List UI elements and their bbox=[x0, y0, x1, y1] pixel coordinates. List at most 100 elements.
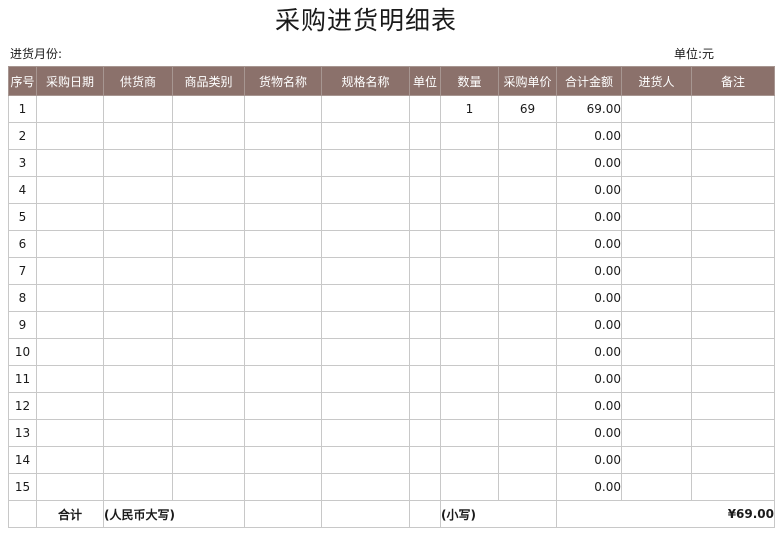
remark-cell[interactable] bbox=[691, 122, 775, 150]
purchase-date-cell[interactable] bbox=[36, 311, 104, 339]
amount-cell[interactable]: 0.00 bbox=[556, 149, 622, 177]
quantity-cell[interactable] bbox=[440, 284, 499, 312]
remark-cell[interactable] bbox=[691, 176, 775, 204]
supplier-cell[interactable] bbox=[103, 311, 173, 339]
unit-price-cell[interactable] bbox=[498, 419, 557, 447]
purchase-date-cell[interactable] bbox=[36, 365, 104, 393]
remark-cell[interactable] bbox=[691, 149, 775, 177]
header-cell[interactable]: 数量 bbox=[440, 66, 499, 96]
buyer-cell[interactable] bbox=[621, 284, 692, 312]
remark-cell[interactable] bbox=[691, 95, 775, 123]
category-cell[interactable] bbox=[172, 419, 245, 447]
empty-cell[interactable] bbox=[321, 500, 410, 528]
header-cell[interactable]: 商品类别 bbox=[172, 66, 245, 96]
row-number-cell[interactable]: 8 bbox=[8, 284, 37, 312]
goods-name-cell[interactable] bbox=[244, 230, 322, 258]
header-cell[interactable]: 备注 bbox=[691, 66, 775, 96]
spec-cell[interactable] bbox=[321, 203, 410, 231]
supplier-cell[interactable] bbox=[103, 365, 173, 393]
quantity-cell[interactable] bbox=[440, 311, 499, 339]
remark-cell[interactable] bbox=[691, 446, 775, 474]
row-number-cell[interactable]: 2 bbox=[8, 122, 37, 150]
buyer-cell[interactable] bbox=[621, 392, 692, 420]
spec-cell[interactable] bbox=[321, 311, 410, 339]
supplier-cell[interactable] bbox=[103, 284, 173, 312]
category-cell[interactable] bbox=[172, 176, 245, 204]
quantity-cell[interactable] bbox=[440, 257, 499, 285]
spec-cell[interactable] bbox=[321, 392, 410, 420]
remark-cell[interactable] bbox=[691, 473, 775, 501]
unit-cell[interactable] bbox=[409, 446, 441, 474]
category-cell[interactable] bbox=[172, 122, 245, 150]
category-cell[interactable] bbox=[172, 284, 245, 312]
header-cell[interactable]: 合计金额 bbox=[556, 66, 622, 96]
buyer-cell[interactable] bbox=[621, 419, 692, 447]
goods-name-cell[interactable] bbox=[244, 446, 322, 474]
category-cell[interactable] bbox=[172, 473, 245, 501]
remark-cell[interactable] bbox=[691, 338, 775, 366]
purchase-date-cell[interactable] bbox=[36, 338, 104, 366]
unit-cell[interactable] bbox=[409, 230, 441, 258]
purchase-date-cell[interactable] bbox=[36, 257, 104, 285]
row-number-cell[interactable]: 11 bbox=[8, 365, 37, 393]
buyer-cell[interactable] bbox=[621, 203, 692, 231]
remark-cell[interactable] bbox=[691, 311, 775, 339]
category-cell[interactable] bbox=[172, 338, 245, 366]
remark-cell[interactable] bbox=[691, 284, 775, 312]
category-cell[interactable] bbox=[172, 392, 245, 420]
total-label[interactable]: 合计 bbox=[36, 500, 104, 528]
unit-cell[interactable] bbox=[409, 473, 441, 501]
supplier-cell[interactable] bbox=[103, 176, 173, 204]
quantity-cell[interactable] bbox=[440, 176, 499, 204]
supplier-cell[interactable] bbox=[103, 203, 173, 231]
buyer-cell[interactable] bbox=[621, 365, 692, 393]
unit-price-cell[interactable] bbox=[498, 446, 557, 474]
goods-name-cell[interactable] bbox=[244, 203, 322, 231]
header-cell[interactable]: 单位 bbox=[409, 66, 441, 96]
unit-price-cell[interactable] bbox=[498, 392, 557, 420]
unit-cell[interactable] bbox=[409, 365, 441, 393]
amount-cell[interactable]: 69.00 bbox=[556, 95, 622, 123]
amount-cell[interactable]: 0.00 bbox=[556, 257, 622, 285]
spec-cell[interactable] bbox=[321, 230, 410, 258]
spec-cell[interactable] bbox=[321, 446, 410, 474]
quantity-cell[interactable]: 1 bbox=[440, 95, 499, 123]
goods-name-cell[interactable] bbox=[244, 365, 322, 393]
buyer-cell[interactable] bbox=[621, 338, 692, 366]
row-number-cell[interactable]: 15 bbox=[8, 473, 37, 501]
supplier-cell[interactable] bbox=[103, 419, 173, 447]
supplier-cell[interactable] bbox=[103, 446, 173, 474]
unit-price-cell[interactable] bbox=[498, 284, 557, 312]
header-cell[interactable]: 供货商 bbox=[103, 66, 173, 96]
category-cell[interactable] bbox=[172, 365, 245, 393]
purchase-date-cell[interactable] bbox=[36, 176, 104, 204]
unit-price-cell[interactable] bbox=[498, 311, 557, 339]
row-number-cell[interactable]: 10 bbox=[8, 338, 37, 366]
supplier-cell[interactable] bbox=[103, 473, 173, 501]
category-cell[interactable] bbox=[172, 257, 245, 285]
quantity-cell[interactable] bbox=[440, 365, 499, 393]
spec-cell[interactable] bbox=[321, 284, 410, 312]
purchase-date-cell[interactable] bbox=[36, 122, 104, 150]
header-cell[interactable]: 进货人 bbox=[621, 66, 692, 96]
purchase-date-cell[interactable] bbox=[36, 230, 104, 258]
buyer-cell[interactable] bbox=[621, 257, 692, 285]
amount-cell[interactable]: 0.00 bbox=[556, 122, 622, 150]
buyer-cell[interactable] bbox=[621, 176, 692, 204]
spec-cell[interactable] bbox=[321, 176, 410, 204]
buyer-cell[interactable] bbox=[621, 473, 692, 501]
spec-cell[interactable] bbox=[321, 257, 410, 285]
purchase-date-cell[interactable] bbox=[36, 95, 104, 123]
unit-cell[interactable] bbox=[409, 176, 441, 204]
amount-cell[interactable]: 0.00 bbox=[556, 311, 622, 339]
unit-price-cell[interactable] bbox=[498, 257, 557, 285]
purchase-date-cell[interactable] bbox=[36, 284, 104, 312]
goods-name-cell[interactable] bbox=[244, 473, 322, 501]
spec-cell[interactable] bbox=[321, 95, 410, 123]
header-cell[interactable]: 采购日期 bbox=[36, 66, 104, 96]
amount-cell[interactable]: 0.00 bbox=[556, 365, 622, 393]
supplier-cell[interactable] bbox=[103, 149, 173, 177]
goods-name-cell[interactable] bbox=[244, 122, 322, 150]
goods-name-cell[interactable] bbox=[244, 284, 322, 312]
supplier-cell[interactable] bbox=[103, 338, 173, 366]
